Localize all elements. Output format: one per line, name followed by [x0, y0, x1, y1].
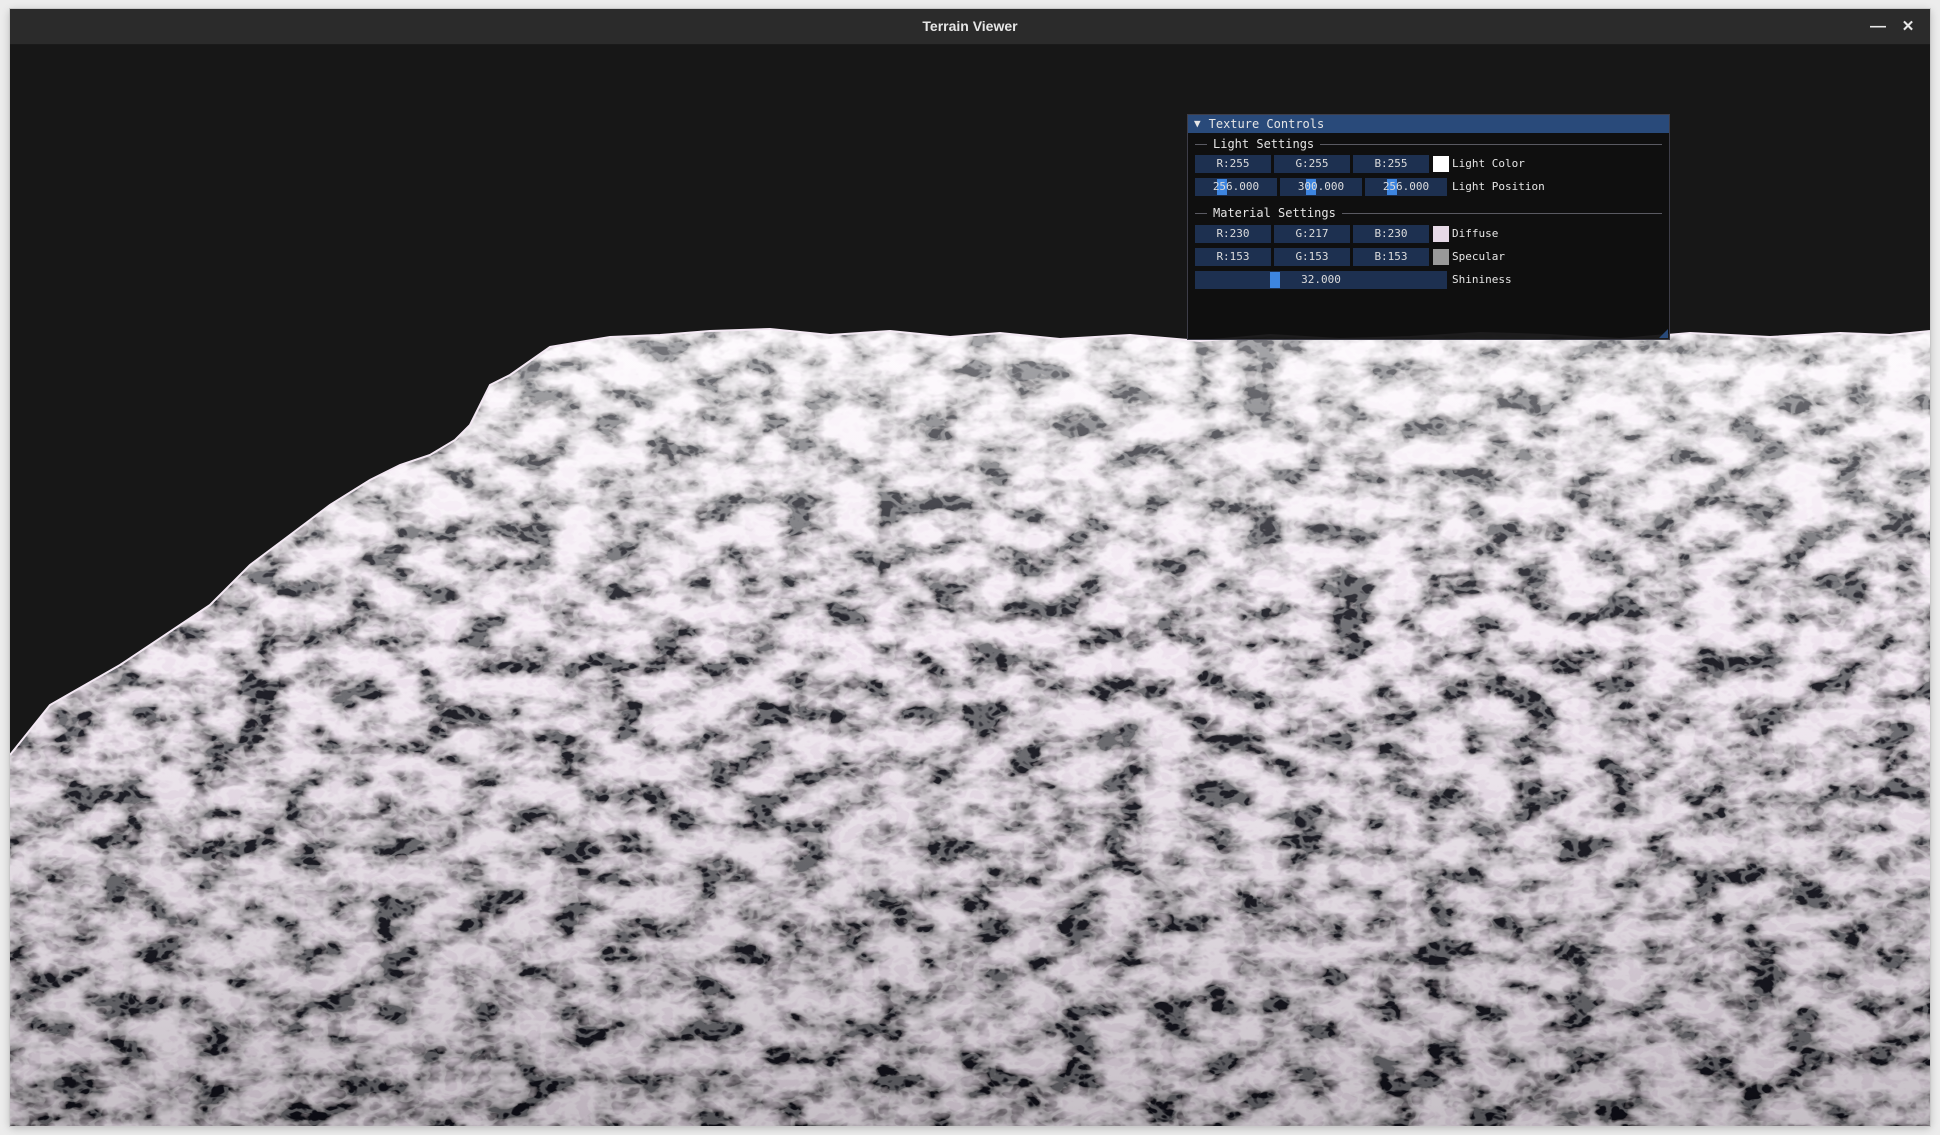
light-position-z-slider[interactable]: 256.000 [1365, 178, 1447, 196]
shininess-label: Shininess [1452, 273, 1512, 286]
material-settings-header: Material Settings [1213, 206, 1336, 220]
light-color-swatch[interactable] [1433, 156, 1449, 172]
minimize-icon[interactable]: — [1866, 15, 1890, 39]
diffuse-label: Diffuse [1452, 227, 1499, 240]
shininess-slider[interactable]: 32.000 [1195, 271, 1447, 289]
window-title: Terrain Viewer [922, 18, 1018, 34]
light-color-r-field[interactable]: R:255 [1195, 155, 1271, 173]
diffuse-b-field[interactable]: B:230 [1353, 225, 1429, 243]
light-settings-separator: Light Settings [1195, 136, 1662, 152]
specular-b-field[interactable]: B:153 [1353, 248, 1429, 266]
light-color-label: Light Color [1452, 157, 1525, 170]
specular-r-field[interactable]: R:153 [1195, 248, 1271, 266]
specular-label: Specular [1452, 250, 1505, 263]
light-settings-header: Light Settings [1213, 137, 1315, 151]
light-position-y-slider[interactable]: 300.000 [1280, 178, 1362, 196]
light-position-x-slider[interactable]: 256.000 [1195, 178, 1277, 196]
panel-title: Texture Controls [1208, 117, 1325, 131]
slider-grab[interactable] [1270, 272, 1280, 288]
specular-g-field[interactable]: G:153 [1274, 248, 1350, 266]
diffuse-swatch[interactable] [1433, 226, 1449, 242]
specular-swatch[interactable] [1433, 249, 1449, 265]
close-icon[interactable]: ✕ [1896, 15, 1920, 39]
shininess-row: 32.000 Shininess [1195, 271, 1665, 289]
light-position-row: 256.000 300.000 256.000 Light Position [1195, 178, 1665, 196]
diffuse-g-field[interactable]: G:217 [1274, 225, 1350, 243]
diffuse-r-field[interactable]: R:230 [1195, 225, 1271, 243]
light-position-label: Light Position [1452, 180, 1545, 193]
diffuse-row: R:230 G:217 B:230 Diffuse [1195, 225, 1665, 243]
specular-row: R:153 G:153 B:153 Specular [1195, 248, 1665, 266]
material-settings-separator: Material Settings [1195, 205, 1662, 221]
title-bar[interactable]: Terrain Viewer — ✕ [10, 9, 1930, 45]
app-window: Terrain Viewer — ✕ ▼ Texture Controls Li… [10, 9, 1930, 1126]
light-color-row: R:255 G:255 B:255 Light Color [1195, 155, 1665, 173]
panel-title-bar[interactable]: ▼ Texture Controls [1188, 115, 1669, 133]
resize-grip-icon[interactable] [1659, 329, 1668, 338]
collapse-triangle-icon[interactable]: ▼ [1194, 115, 1201, 133]
light-color-b-field[interactable]: B:255 [1353, 155, 1429, 173]
light-color-g-field[interactable]: G:255 [1274, 155, 1350, 173]
texture-controls-panel[interactable]: ▼ Texture Controls Light Settings R:255 … [1187, 114, 1670, 340]
